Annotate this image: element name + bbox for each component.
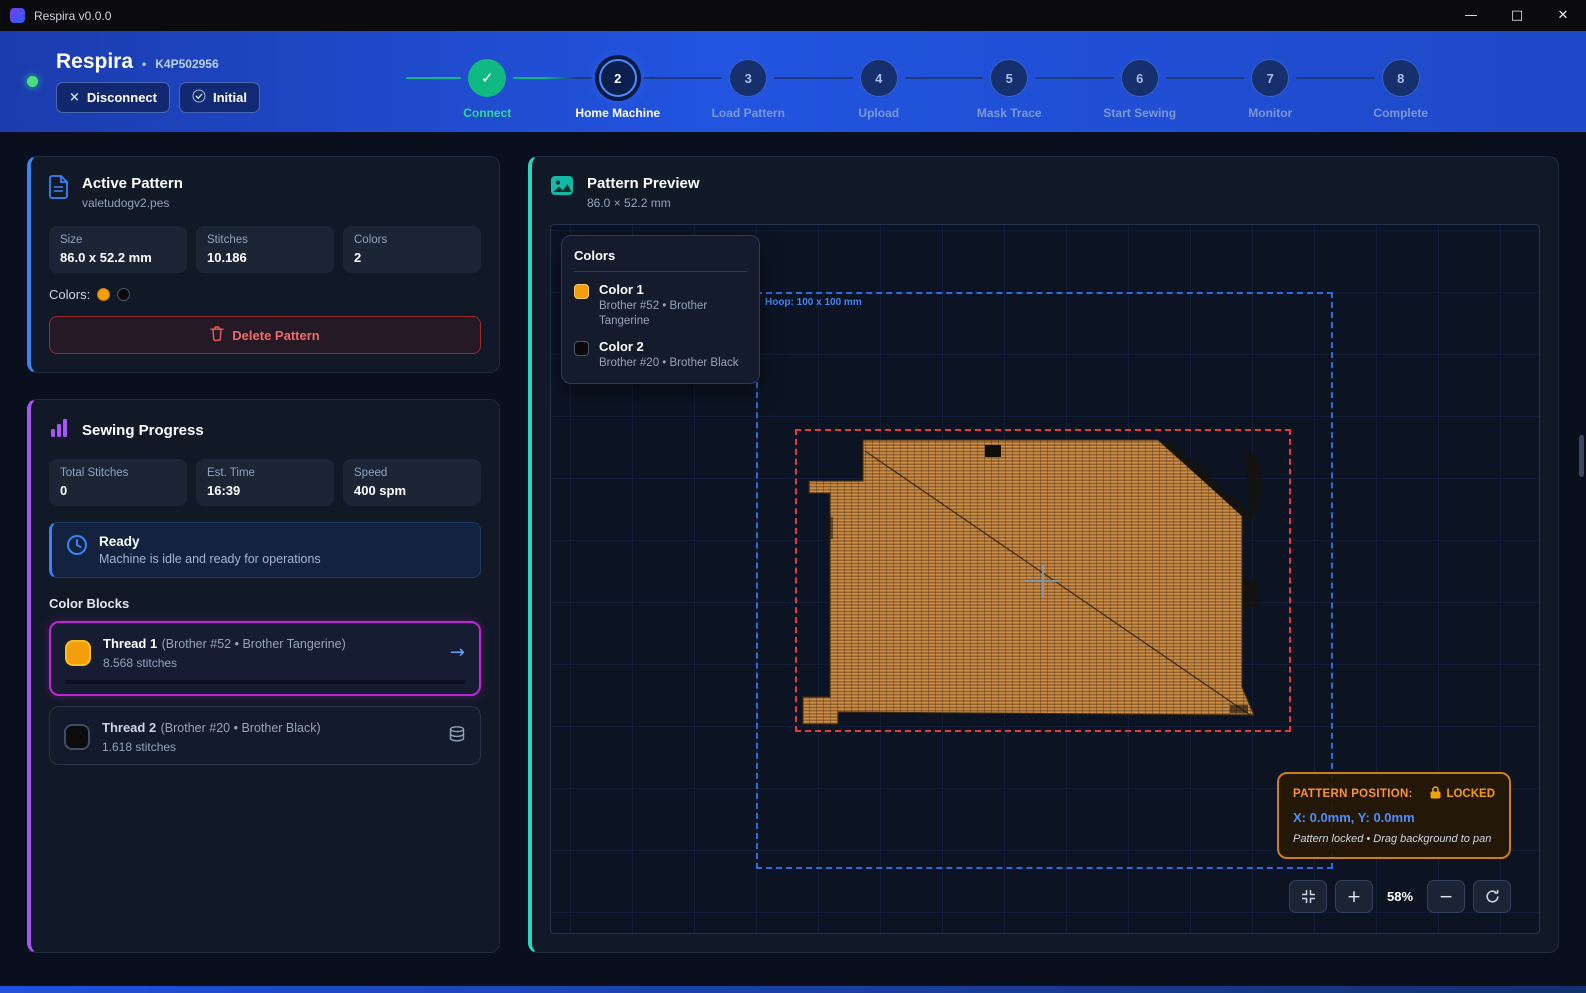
step-connect[interactable]: ✓ Connect xyxy=(422,49,553,120)
file-icon xyxy=(49,175,69,204)
step-start-sewing-circle: 6 xyxy=(1121,59,1159,97)
thread-2-swatch xyxy=(64,724,90,750)
zoom-in-button[interactable]: + xyxy=(1335,880,1373,913)
close-button[interactable]: ✕ xyxy=(1540,0,1586,31)
app-header: Respira • K4P502956 × Disconnect Initial xyxy=(0,31,1586,132)
disconnect-button[interactable]: × Disconnect xyxy=(56,82,170,113)
stat-total-stitches: Total Stitches 0 xyxy=(49,459,187,506)
stat-speed: Speed 400 spm xyxy=(343,459,481,506)
workflow-stepper: ✓ Connect 2 Home Machine 3 Load Pattern … xyxy=(422,49,1466,120)
lock-icon xyxy=(1430,786,1441,802)
app-icon xyxy=(10,8,25,23)
check-circle-icon xyxy=(192,89,206,106)
main-content: Active Pattern valetudogv2.pes Size 86.0… xyxy=(0,132,1586,953)
clock-icon xyxy=(66,534,88,566)
color-swatch-black xyxy=(117,288,130,301)
step-load-pattern-circle: 3 xyxy=(729,59,767,97)
titlebar: Respira v0.0.0 — □ ✕ xyxy=(0,0,1586,31)
app-name: Respira xyxy=(56,50,133,74)
status-title: Ready xyxy=(99,534,321,549)
thread-1-swatch xyxy=(65,640,91,666)
stat-est-time: Est. Time 16:39 xyxy=(196,459,334,506)
thread-block-1[interactable]: Thread 1 (Brother #52 • Brother Tangerin… xyxy=(49,621,481,696)
colors-legend: Colors Color 1 Brother #52 • Brother Tan… xyxy=(561,235,760,384)
serial-separator: • xyxy=(142,57,146,71)
reset-view-button[interactable] xyxy=(1473,880,1511,913)
step-mask-trace[interactable]: 5 Mask Trace xyxy=(944,49,1075,120)
step-home-machine[interactable]: 2 Home Machine xyxy=(553,49,684,120)
zoom-out-button[interactable]: − xyxy=(1427,880,1465,913)
active-pattern-title: Active Pattern xyxy=(82,175,183,192)
legend-item-color-1: Color 1 Brother #52 • Brother Tangerine xyxy=(574,282,747,329)
window-title: Respira v0.0.0 xyxy=(34,9,111,23)
step-connect-circle: ✓ xyxy=(468,59,506,97)
stat-stitches: Stitches 10.186 xyxy=(196,226,334,273)
position-hint: Pattern locked • Drag background to pan xyxy=(1293,833,1495,845)
layers-icon xyxy=(448,725,466,748)
initial-button[interactable]: Initial xyxy=(179,82,260,113)
fit-to-screen-button[interactable] xyxy=(1289,880,1327,913)
legend-item-color-2: Color 2 Brother #20 • Brother Black xyxy=(574,339,747,371)
delete-pattern-button[interactable]: Delete Pattern xyxy=(49,316,481,354)
thread-1-progress-bar xyxy=(65,680,465,684)
legend-swatch-black xyxy=(574,341,589,356)
step-complete[interactable]: 8 Complete xyxy=(1336,49,1467,120)
check-icon: ✓ xyxy=(481,69,494,87)
pattern-preview-title: Pattern Preview xyxy=(587,175,700,192)
step-monitor-circle: 7 xyxy=(1251,59,1289,97)
pattern-position-box: PATTERN POSITION: LOCKED X: 0.0mm, Y: 0.… xyxy=(1277,772,1511,859)
hoop-label: Hoop: 100 x 100 mm xyxy=(765,297,862,308)
color-swatch-orange xyxy=(97,288,110,301)
legend-swatch-orange xyxy=(574,284,589,299)
color-blocks-label: Color Blocks xyxy=(49,596,481,611)
step-load-pattern[interactable]: 3 Load Pattern xyxy=(683,49,814,120)
stat-size: Size 86.0 x 52.2 mm xyxy=(49,226,187,273)
stat-colors: Colors 2 xyxy=(343,226,481,273)
step-monitor[interactable]: 7 Monitor xyxy=(1205,49,1336,120)
machine-status-box: Ready Machine is idle and ready for oper… xyxy=(49,522,481,578)
locked-badge[interactable]: LOCKED xyxy=(1430,786,1495,802)
brand-block: Respira • K4P502956 × Disconnect Initial xyxy=(56,50,260,113)
bottom-accent-bar xyxy=(0,986,1586,993)
pattern-dimensions: 86.0 × 52.2 mm xyxy=(587,196,700,210)
step-upload[interactable]: 4 Upload xyxy=(814,49,945,120)
sewing-progress-panel: Sewing Progress Total Stitches 0 Est. Ti… xyxy=(27,399,500,953)
pattern-filename: valetudogv2.pes xyxy=(82,196,183,210)
trash-icon xyxy=(210,326,224,344)
step-start-sewing[interactable]: 6 Start Sewing xyxy=(1075,49,1206,120)
bar-chart-icon xyxy=(49,418,69,443)
active-pattern-panel: Active Pattern valetudogv2.pes Size 86.0… xyxy=(27,156,500,373)
minimize-button[interactable]: — xyxy=(1448,0,1494,31)
thread-block-2[interactable]: Thread 2 (Brother #20 • Brother Black) 1… xyxy=(49,706,481,765)
header-left: Respira • K4P502956 × Disconnect Initial xyxy=(27,50,422,113)
vertical-scrollbar[interactable] xyxy=(1579,435,1584,477)
close-icon: × xyxy=(69,90,80,105)
position-title: PATTERN POSITION: xyxy=(1293,788,1413,800)
connection-status-dot xyxy=(27,76,38,87)
step-mask-trace-circle: 5 xyxy=(990,59,1028,97)
zoom-controls: + 58% − xyxy=(1289,880,1511,913)
maximize-button[interactable]: □ xyxy=(1494,0,1540,31)
zoom-level: 58% xyxy=(1381,889,1419,904)
sewing-progress-title: Sewing Progress xyxy=(82,422,204,439)
step-home-machine-circle: 2 xyxy=(599,59,637,97)
crosshair-icon xyxy=(1042,564,1044,598)
pattern-colors-row: Colors: xyxy=(49,287,481,302)
image-icon xyxy=(550,175,574,201)
legend-title: Colors xyxy=(574,248,747,272)
step-complete-circle: 8 xyxy=(1382,59,1420,97)
machine-serial: K4P502956 xyxy=(155,57,218,71)
arrow-right-icon: → xyxy=(450,642,465,663)
status-text: Machine is idle and ready for operations xyxy=(99,552,321,566)
position-coordinates: X: 0.0mm, Y: 0.0mm xyxy=(1293,810,1495,825)
pattern-preview-panel: Pattern Preview 86.0 × 52.2 mm Colors Co… xyxy=(528,156,1559,953)
preview-canvas[interactable]: Colors Color 1 Brother #52 • Brother Tan… xyxy=(550,224,1540,934)
left-column: Active Pattern valetudogv2.pes Size 86.0… xyxy=(27,156,500,953)
step-upload-circle: 4 xyxy=(860,59,898,97)
